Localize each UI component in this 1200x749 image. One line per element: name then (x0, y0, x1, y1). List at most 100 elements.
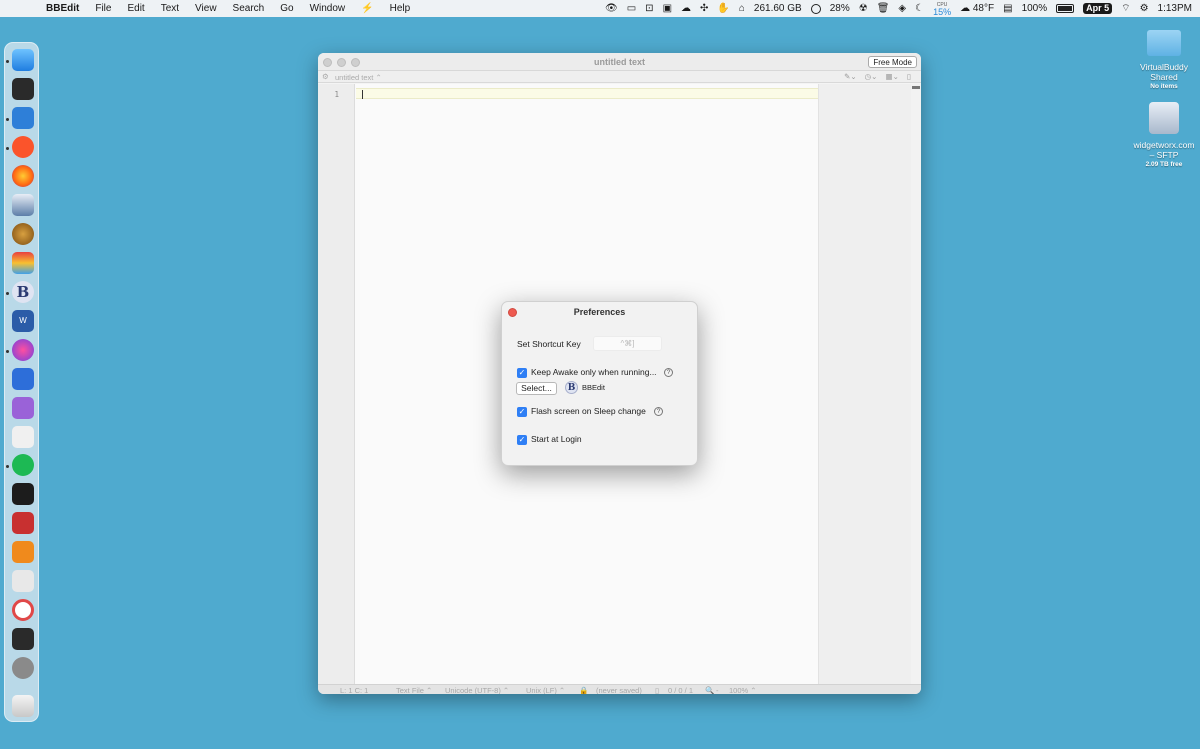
drive-icon[interactable]: ▣ (663, 3, 672, 14)
line-endings-menu[interactable]: Unix (LF) ⌃ (526, 686, 565, 694)
fan-icon[interactable]: ✣ (700, 3, 708, 14)
menu-text[interactable]: Text (153, 0, 187, 17)
lock-icon[interactable]: 🔒 (579, 686, 588, 694)
document-menu[interactable]: untitled text ⌃ (335, 73, 382, 82)
trash-icon[interactable] (12, 695, 34, 717)
eye-icon[interactable]: 👁 (605, 3, 618, 14)
flask-app-icon[interactable] (12, 78, 34, 100)
progress-text[interactable]: 28% (830, 3, 850, 14)
dock-running-dot (6, 118, 9, 121)
progress-ring-icon[interactable] (810, 3, 821, 14)
control-center-icon[interactable]: ⚙ (1140, 3, 1149, 14)
desktop-item-virtualbuddy[interactable]: VirtualBuddy Shared No items (1130, 30, 1198, 92)
finder-icon[interactable] (12, 49, 34, 71)
menu-file[interactable]: File (87, 0, 119, 17)
flash-screen-label[interactable]: Flash screen on Sleep change (531, 406, 646, 416)
battery-icon[interactable] (1056, 4, 1075, 13)
screenshot-icon[interactable]: ⊡ (645, 3, 653, 14)
counterpart-icon[interactable]: ▦⌄ (885, 72, 898, 81)
disk-free-text[interactable]: 261.60 GB (754, 3, 802, 14)
text-cursor (362, 90, 363, 99)
start-login-checkbox[interactable]: ✓ (517, 435, 527, 445)
drive-utility-icon[interactable] (12, 194, 34, 216)
page-icon[interactable]: ▯ (907, 72, 911, 81)
keep-awake-label[interactable]: Keep Awake only when running... (531, 367, 657, 377)
bbedit-icon[interactable]: B (12, 281, 34, 303)
photo-app-icon[interactable] (12, 252, 34, 274)
help-icon[interactable]: ? (664, 368, 673, 377)
xcode-icon[interactable] (12, 107, 34, 129)
hand-icon[interactable]: ✋ (717, 3, 729, 14)
help-icon[interactable]: ? (654, 407, 663, 416)
disk-icon[interactable]: ⌂ (739, 3, 745, 14)
scroll-thumb[interactable] (912, 86, 920, 89)
menu-help[interactable]: Help (382, 0, 419, 17)
display-icon[interactable]: ▭ (627, 3, 636, 14)
window-title: untitled text (594, 57, 645, 67)
script-menu-icon[interactable]: ⚡ (353, 0, 381, 17)
pen-icon[interactable]: ✎⌄ (844, 72, 857, 81)
ring-app-icon[interactable] (12, 599, 34, 621)
menu-window[interactable]: Window (302, 0, 354, 17)
menu-go[interactable]: Go (272, 0, 301, 17)
zoom-menu[interactable]: 100% ⌃ (729, 686, 757, 694)
firefox-icon[interactable] (12, 165, 34, 187)
wifi-icon[interactable]: ⌔ (1121, 2, 1130, 15)
cursor-position[interactable]: L: 1 C: 1 (340, 686, 368, 694)
word-icon[interactable]: W (12, 310, 34, 332)
desktop-item-sub: 2.09 TB free (1145, 161, 1183, 168)
document-stats-icon[interactable]: ▯ (655, 686, 659, 694)
downloader-icon[interactable] (12, 397, 34, 419)
headphones-icon[interactable] (12, 426, 34, 448)
folder-icon (1147, 30, 1181, 56)
start-login-label[interactable]: Start at Login (531, 434, 582, 444)
encoding-menu[interactable]: Unicode (UTF-8) ⌃ (445, 686, 509, 694)
free-mode-button[interactable]: Free Mode (868, 56, 917, 68)
video-app-icon[interactable] (12, 512, 34, 534)
trash-menu-icon[interactable]: 🗑 (877, 3, 890, 14)
radiation-icon[interactable]: ☢ (859, 3, 868, 14)
date-badge[interactable]: Apr 5 (1083, 3, 1113, 14)
zoom-icon[interactable]: 🔍 (705, 686, 714, 694)
menu-view[interactable]: View (187, 0, 225, 17)
cloud-icon[interactable]: ☁ (681, 3, 691, 14)
system-settings-icon[interactable] (12, 657, 34, 679)
document-counts[interactable]: 0 / 0 / 1 (668, 686, 693, 694)
app-menu[interactable]: BBEdit (42, 0, 87, 17)
activity-monitor-icon[interactable] (12, 628, 34, 650)
moon-icon[interactable]: ☾ (915, 3, 924, 14)
spotify-icon[interactable] (12, 454, 34, 476)
acorn-icon[interactable] (12, 223, 34, 245)
layers-icon[interactable] (12, 570, 34, 592)
terminal-icon[interactable] (12, 483, 34, 505)
apple-menu-icon[interactable] (14, 3, 28, 15)
window-titlebar[interactable]: untitled text Free Mode (318, 53, 921, 71)
history-icon[interactable]: ◷⌄ (865, 72, 878, 81)
dock: B W (4, 42, 39, 722)
beta-app-icon[interactable] (12, 541, 34, 563)
menu-bar: BBEdit File Edit Text View Search Go Win… (0, 0, 1200, 17)
desktop-item-sftp[interactable]: widgetworx.com – SFTP 2.09 TB free (1130, 102, 1198, 170)
weather-text[interactable]: ☁ 48°F (960, 3, 994, 14)
gear-icon[interactable]: ⚙ (322, 72, 329, 81)
menu-edit[interactable]: Edit (119, 0, 152, 17)
file-type-menu[interactable]: Text File ⌃ (396, 686, 432, 694)
arc-icon[interactable] (12, 339, 34, 361)
keep-awake-checkbox[interactable]: ✓ (517, 368, 527, 378)
player-icon[interactable] (12, 368, 34, 390)
editor-toolbar: ⚙ untitled text ⌃ ✎⌄ ◷⌄ ▦⌄ ▯ (318, 71, 921, 83)
brave-icon[interactable] (12, 136, 34, 158)
select-app-button[interactable]: Select... (516, 382, 557, 395)
cpu-meter[interactable]: CPU 15% (933, 2, 952, 17)
flash-screen-checkbox[interactable]: ✓ (517, 407, 527, 417)
dock-running-dot (6, 60, 9, 63)
battery-text[interactable]: 100% (1022, 3, 1048, 14)
shortcut-recorder[interactable]: ^⌘] (593, 336, 662, 351)
clock-text[interactable]: 1:13PM (1158, 3, 1192, 14)
vertical-scrollbar[interactable] (911, 84, 921, 684)
cpu-value: 15% (933, 6, 952, 17)
diamond-icon[interactable]: ◈ (898, 3, 906, 14)
desktop-item-sub: No items (1150, 83, 1178, 90)
calendar-icon[interactable]: ▤ (1003, 3, 1012, 14)
menu-search[interactable]: Search (225, 0, 273, 17)
